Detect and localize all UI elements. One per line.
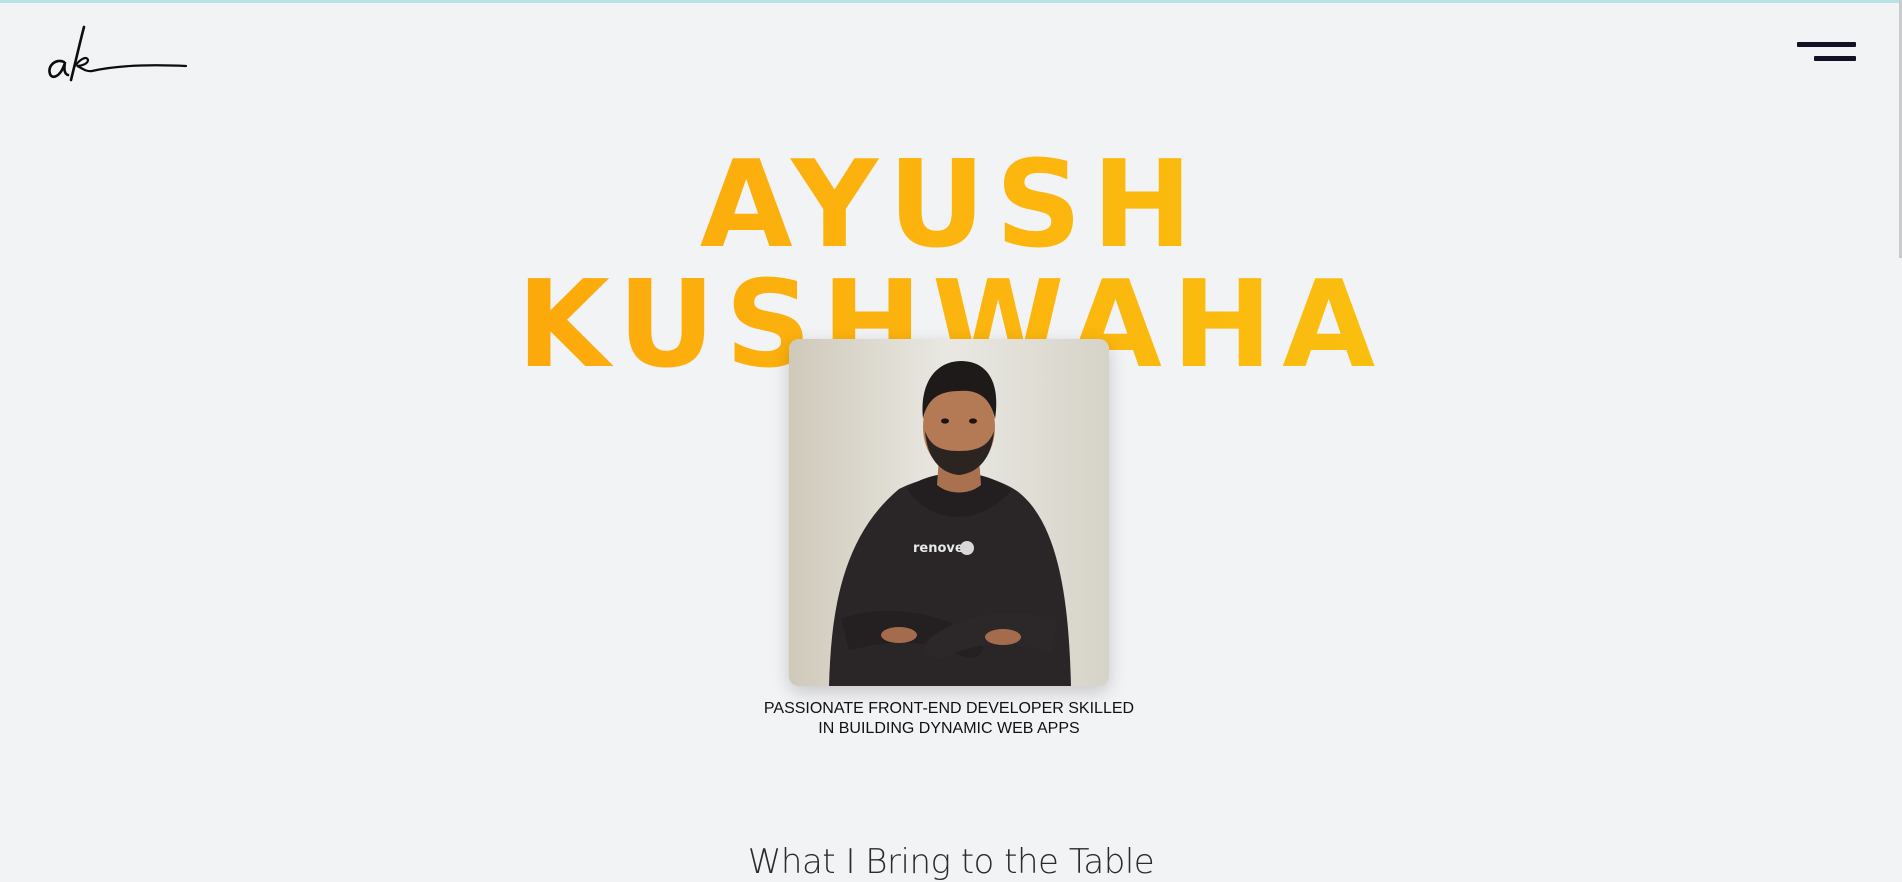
hamburger-menu-icon-short-bar bbox=[1814, 56, 1856, 61]
shirt-logo-text: renove bbox=[913, 541, 964, 556]
signature-logo-icon bbox=[48, 25, 188, 82]
profile-photo-illustration: renove bbox=[789, 339, 1109, 686]
hero-tagline-line-2: IN BUILDING DYNAMIC WEB APPS bbox=[818, 720, 1080, 737]
section-heading: What I Bring to the Table bbox=[747, 842, 1155, 882]
signature-logo[interactable] bbox=[44, 20, 188, 86]
hero-first-name: AYUSH bbox=[699, 136, 1203, 275]
profile-photo: renove bbox=[789, 339, 1109, 686]
hamburger-menu-button[interactable] bbox=[1792, 38, 1860, 68]
hero-tagline: PASSIONATE FRONT-END DEVELOPER SKILLED I… bbox=[751, 699, 1147, 739]
hamburger-menu-icon bbox=[1797, 42, 1856, 47]
hero-tagline-line-1: PASSIONATE FRONT-END DEVELOPER SKILLED bbox=[763, 700, 1135, 717]
top-accent-line bbox=[0, 0, 1902, 3]
